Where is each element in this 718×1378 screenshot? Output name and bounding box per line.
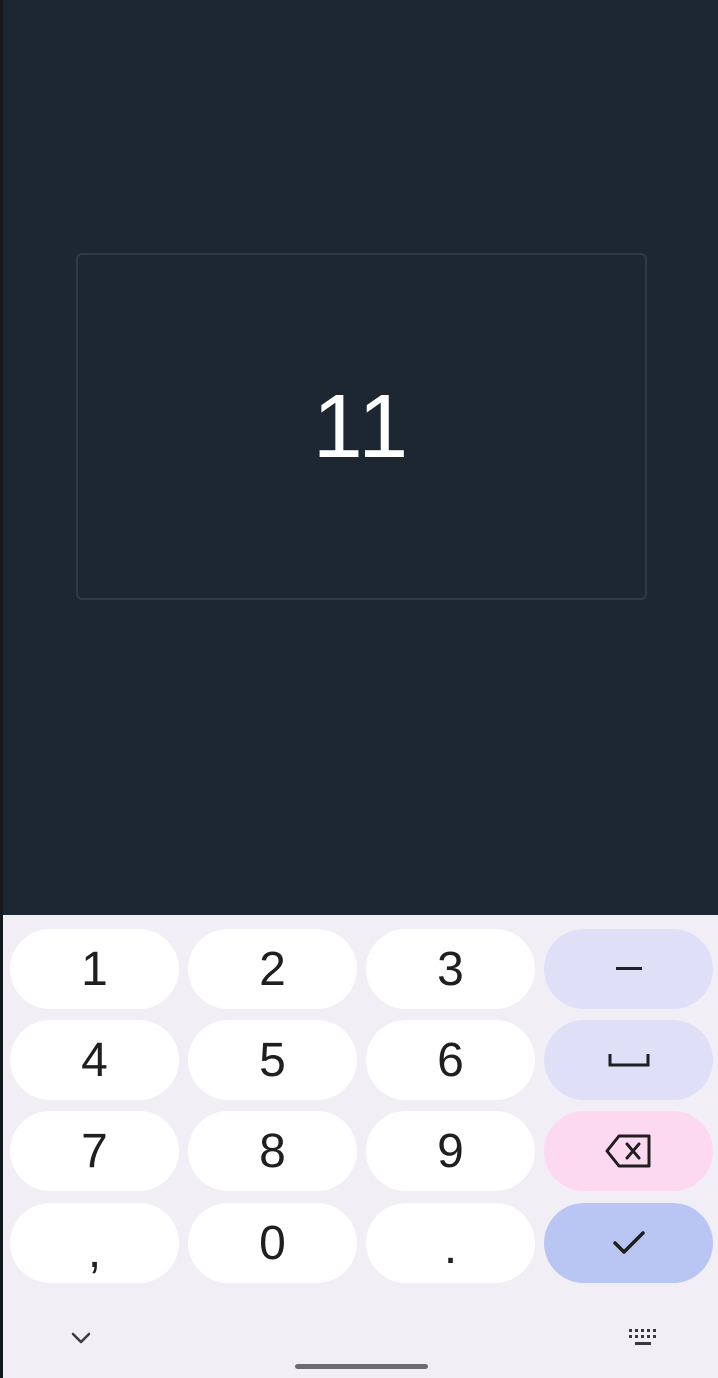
home-indicator[interactable]	[295, 1364, 428, 1369]
key-6-label: 6	[437, 1033, 464, 1087]
numeric-keyboard: 1 2 3 4 5 6 7 8 9 , 0 .	[3, 915, 718, 1378]
space-icon	[608, 1054, 649, 1067]
app-screen: 11	[3, 0, 718, 915]
key-1[interactable]: 1	[10, 929, 179, 1009]
display-value: 11	[312, 376, 411, 477]
period-key[interactable]: .	[366, 1203, 535, 1283]
key-3-label: 3	[437, 942, 464, 996]
key-1-label: 1	[81, 942, 108, 996]
key-7-label: 7	[81, 1124, 108, 1178]
key-3[interactable]: 3	[366, 929, 535, 1009]
switch-keyboard-button[interactable]	[619, 1314, 667, 1362]
enter-key[interactable]	[544, 1203, 713, 1283]
key-5[interactable]: 5	[188, 1020, 357, 1100]
key-2-label: 2	[259, 942, 286, 996]
key-0[interactable]: 0	[188, 1203, 357, 1283]
key-4[interactable]: 4	[10, 1020, 179, 1100]
key-4-label: 4	[81, 1033, 108, 1087]
comma-key-label: ,	[87, 1224, 102, 1278]
checkmark-icon	[612, 1231, 645, 1254]
period-key-label: .	[443, 1220, 458, 1274]
key-7[interactable]: 7	[10, 1111, 179, 1191]
keyboard-icon	[629, 1329, 656, 1345]
key-9-label: 9	[437, 1124, 464, 1178]
comma-key[interactable]: ,	[10, 1203, 179, 1283]
key-8-label: 8	[259, 1124, 286, 1178]
minus-key[interactable]	[544, 929, 713, 1009]
number-display[interactable]: 11	[76, 253, 647, 600]
minus-icon	[615, 967, 642, 970]
chevron-down-icon	[71, 1332, 91, 1344]
key-5-label: 5	[259, 1033, 286, 1087]
key-0-label: 0	[259, 1216, 286, 1270]
key-9[interactable]: 9	[366, 1111, 535, 1191]
backspace-icon	[605, 1134, 650, 1168]
key-2[interactable]: 2	[188, 929, 357, 1009]
key-8[interactable]: 8	[188, 1111, 357, 1191]
hide-keyboard-button[interactable]	[57, 1314, 105, 1362]
key-6[interactable]: 6	[366, 1020, 535, 1100]
space-key[interactable]	[544, 1020, 713, 1100]
backspace-key[interactable]	[544, 1111, 713, 1191]
